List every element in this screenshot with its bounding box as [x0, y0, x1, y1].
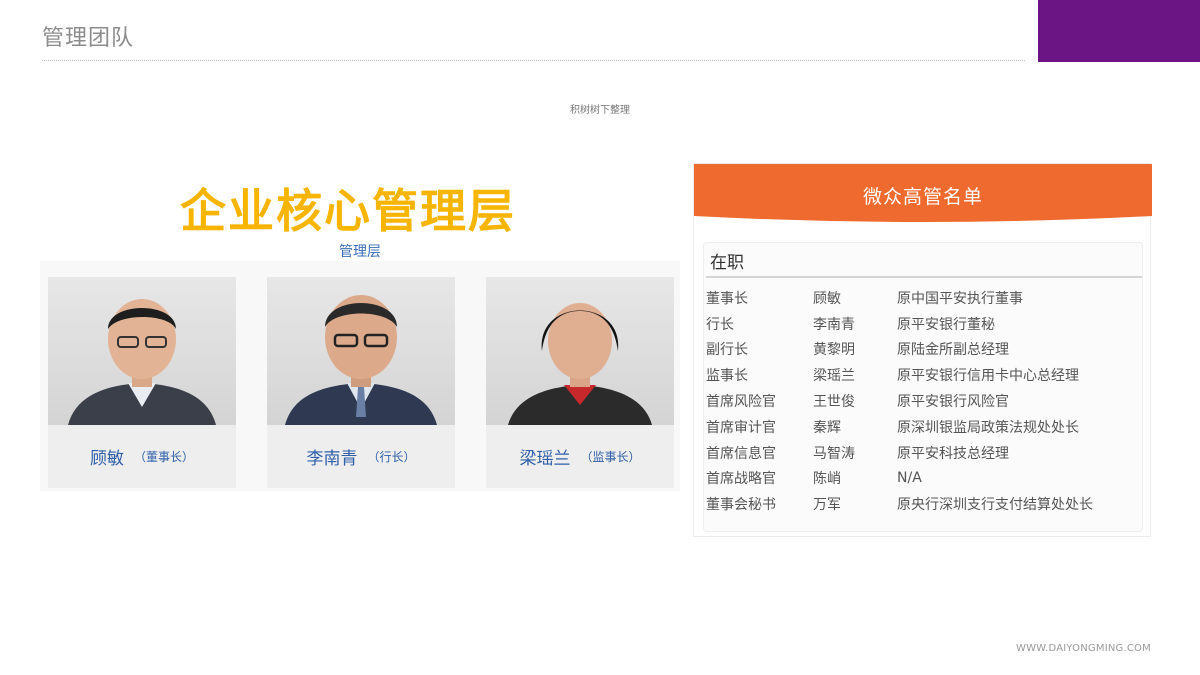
panel-title: 微众高管名单	[862, 186, 983, 208]
executive-table: 董事长 顾敏 原中国平安执行董事行长 李南青 原平安银行董秘副行长 黄黎明 原陆金所副总经理…	[706, 285, 1136, 517]
position-cell: 董事会秘书	[706, 497, 776, 514]
position-cell: 首席风险官	[706, 394, 776, 411]
table-row: 首席战略官 陈峭 N/A	[706, 466, 1136, 492]
portrait-photo	[267, 277, 455, 425]
portrait-photo	[486, 277, 674, 425]
background-cell: 原陆金所副总经理	[897, 342, 1009, 359]
person-silhouette-icon	[508, 303, 652, 425]
name-cell: 黄黎明	[813, 342, 855, 359]
background-cell: 原中国平安执行董事	[897, 290, 1023, 307]
position-cell: 副行长	[706, 342, 748, 359]
name-cell: 李南青	[813, 316, 855, 333]
background-cell: 原深圳银监局政策法规处处长	[897, 419, 1079, 436]
name-row: 顾敏 （董事长）	[48, 425, 236, 488]
table-row: 行长 李南青 原平安银行董秘	[706, 311, 1136, 337]
person-silhouette-icon	[285, 295, 437, 425]
table-row: 副行长 黄黎明 原陆金所副总经理	[706, 337, 1136, 363]
background-cell: 原平安银行信用卡中心总经理	[897, 368, 1079, 385]
name-cell: 万军	[813, 497, 841, 514]
background-cell: 原央行深圳支行支付结算处处长	[897, 497, 1093, 514]
executive-list-panel: 微众高管名单 在职 董事长 顾敏 原中国平安执行董事行长 李南青 原平安银行董秘副行长 黄…	[693, 163, 1152, 537]
position-cell: 行长	[706, 316, 734, 333]
table-row: 首席信息官 马智涛 原平安科技总经理	[706, 440, 1136, 466]
name-cell: 王世俊	[813, 394, 855, 411]
header-divider	[42, 60, 1025, 61]
panel-header: 微众高管名单	[694, 164, 1152, 224]
person-name: 梁瑶兰	[519, 449, 571, 469]
subtitle: 积树树下整理	[570, 105, 630, 116]
position-cell: 首席审计官	[706, 419, 776, 436]
position-cell: 首席信息官	[706, 445, 776, 462]
person-name: 顾敏	[89, 449, 124, 469]
person-name: 李南青	[306, 449, 358, 469]
person-card: 梁瑶兰 （监事长）	[486, 277, 674, 488]
core-heading: 企业核心管理层	[180, 184, 516, 238]
management-label: 管理层	[339, 244, 381, 260]
accent-block	[1038, 0, 1200, 62]
name-row: 梁瑶兰 （监事长）	[486, 425, 674, 488]
name-cell: 梁瑶兰	[813, 368, 855, 385]
name-cell: 陈峭	[813, 471, 841, 488]
background-cell: 原平安银行风险官	[897, 394, 1009, 411]
panel-subtitle: 在职	[710, 253, 744, 273]
table-row: 首席风险官 王世俊 原平安银行风险官	[706, 388, 1136, 414]
position-cell: 监事长	[706, 368, 748, 385]
table-row: 首席审计官 秦辉 原深圳银监局政策法规处处长	[706, 414, 1136, 440]
person-card: 顾敏 （董事长）	[48, 277, 236, 488]
portrait-photo	[48, 277, 236, 425]
table-row: 董事会秘书 万军 原央行深圳支行支付结算处处长	[706, 491, 1136, 517]
position-cell: 首席战略官	[706, 471, 776, 488]
background-cell: N/A	[897, 470, 922, 487]
footer-url: WWW.DAIYONGMING.COM	[1016, 643, 1151, 654]
table-row: 监事长 梁瑶兰 原平安银行信用卡中心总经理	[706, 362, 1136, 388]
person-card: 李南青 （行长）	[267, 277, 455, 488]
person-silhouette-icon	[68, 299, 216, 425]
person-title: （行长）	[367, 450, 416, 464]
panel-divider	[706, 276, 1142, 278]
name-cell: 马智涛	[813, 445, 855, 462]
name-cell: 秦辉	[813, 419, 841, 436]
table-row: 董事长 顾敏 原中国平安执行董事	[706, 285, 1136, 311]
person-title: （董事长）	[133, 450, 194, 464]
background-cell: 原平安科技总经理	[897, 445, 1009, 462]
name-row: 李南青 （行长）	[267, 425, 455, 488]
person-title: （监事长）	[580, 450, 641, 464]
page-title: 管理团队	[42, 26, 135, 51]
position-cell: 董事长	[706, 290, 748, 307]
background-cell: 原平安银行董秘	[897, 316, 995, 333]
name-cell: 顾敏	[813, 290, 841, 307]
